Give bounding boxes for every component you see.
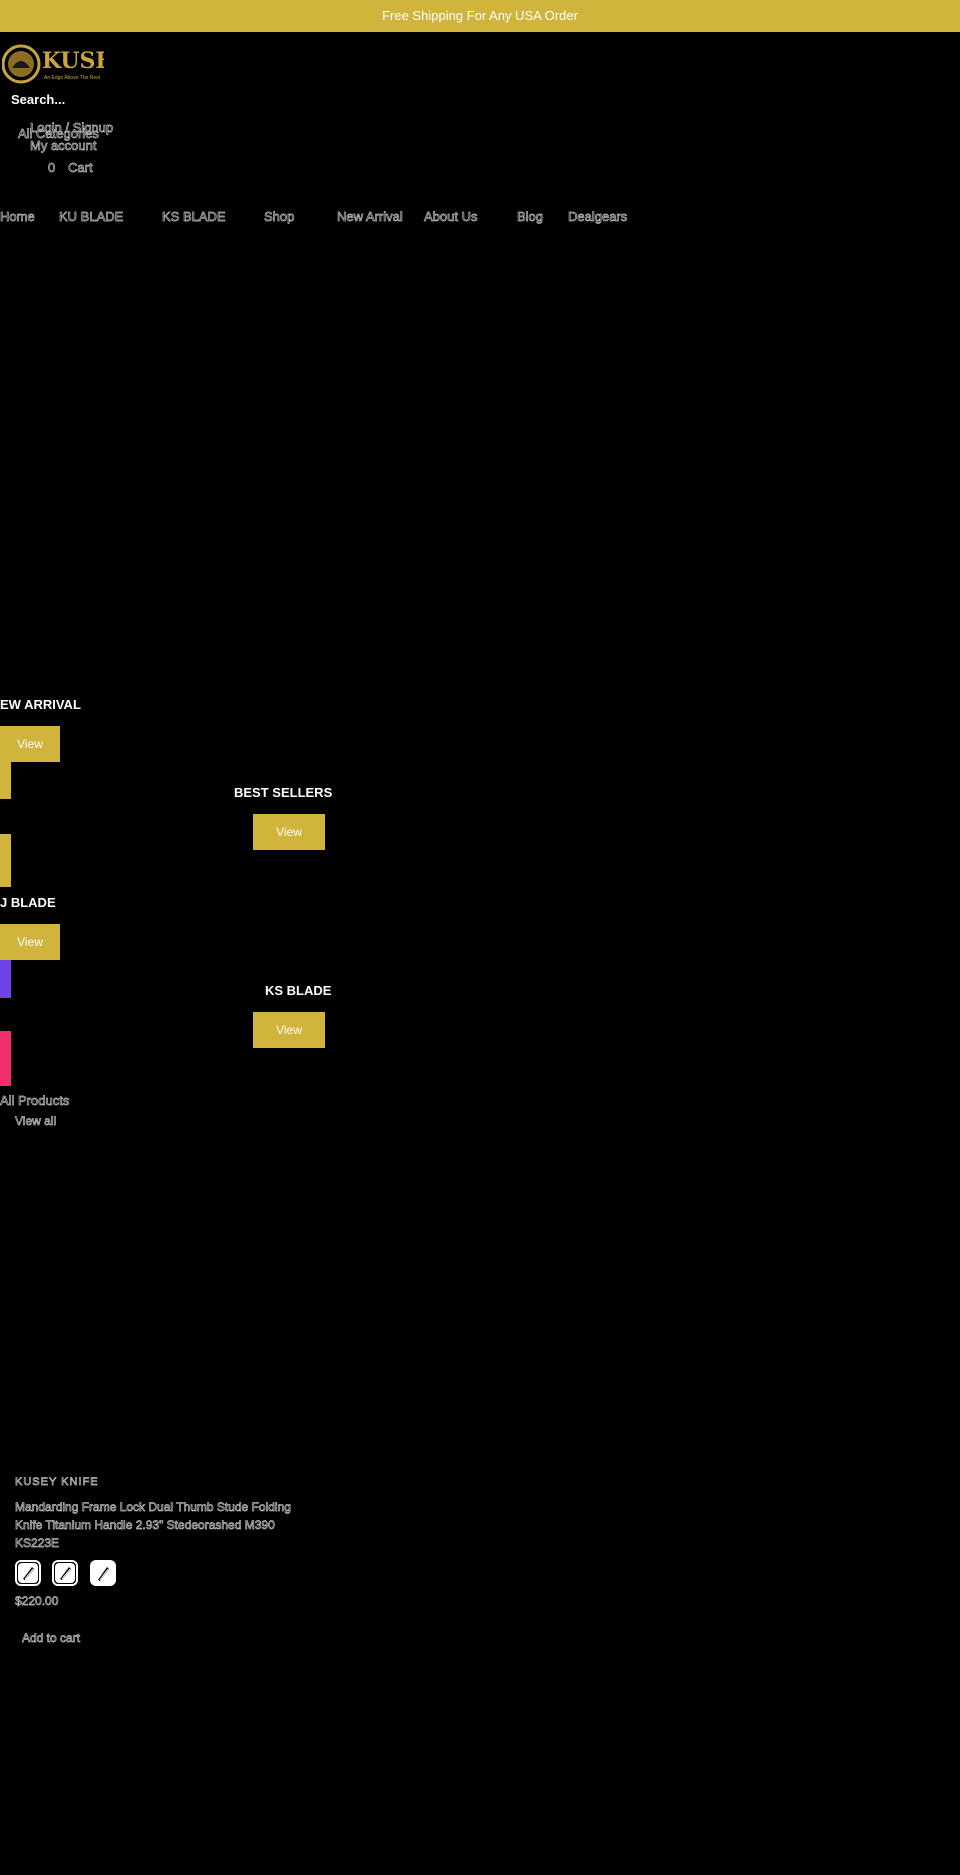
product-price: $220.00 [15, 1594, 59, 1609]
nav-home[interactable]: Home [0, 209, 35, 225]
view-all-link[interactable]: View all [15, 1114, 57, 1129]
cart-link[interactable]: Cart [68, 160, 93, 176]
svg-text:An Edge Above The Rest: An Edge Above The Rest [44, 75, 101, 81]
variant-swatch-1[interactable] [15, 1560, 41, 1586]
nav-new-arrival[interactable]: New Arrival [337, 209, 403, 225]
product-vendor: KUSEY KNIFE [15, 1476, 99, 1489]
product-title-line-1[interactable]: Mandarding Frame Lock Dual Thumb Stude F… [15, 1500, 292, 1515]
add-to-cart-button[interactable]: Add to cart [22, 1631, 81, 1646]
announcement-text: Free Shipping For Any USA Order [382, 8, 578, 23]
search-input[interactable]: Search... [11, 92, 65, 107]
view-new-arrival-button[interactable]: View [0, 726, 60, 762]
all-products-heading: All Products [0, 1093, 70, 1109]
nav-ku-blade[interactable]: KU BLADE [59, 209, 124, 225]
promo-title-new-arrival: EW ARRIVAL [0, 697, 81, 712]
nav-dealgears[interactable]: Dealgears [568, 209, 628, 225]
product-title-line-2[interactable]: Knife Titanium Handle 2.93" Stedeorashed… [15, 1518, 275, 1533]
cart-count-badge[interactable]: 0 [48, 160, 56, 176]
knife-icon [98, 1567, 109, 1581]
accent-bar-pink [0, 1031, 11, 1086]
view-ku-blade-button[interactable]: View [0, 924, 60, 960]
accent-bar-gold [0, 834, 11, 887]
knife-icon [18, 1563, 38, 1583]
promo-title-best-sellers: BEST SELLERS [234, 785, 333, 800]
accent-bar-gold [0, 762, 11, 799]
logo-mark-icon: KUSEY An Edge Above The Rest [1, 44, 128, 84]
product-title-line-3[interactable]: KS223E [15, 1536, 60, 1551]
announcement-bar: Free Shipping For Any USA Order [0, 0, 960, 32]
variant-swatch-3[interactable] [90, 1560, 116, 1586]
view-ks-blade-button[interactable]: View [253, 1012, 325, 1048]
nav-blog[interactable]: Blog [517, 209, 544, 225]
knife-icon [55, 1563, 75, 1583]
login-link[interactable]: Login / Signup [30, 120, 114, 136]
promo-title-ku-blade: J BLADE [0, 895, 56, 910]
svg-text:KUSEY: KUSEY [42, 48, 104, 74]
nav-shop[interactable]: Shop [264, 209, 295, 225]
nav-about-us[interactable]: About Us [424, 209, 478, 225]
accent-bar-purple [0, 960, 11, 998]
site-logo[interactable]: KUSEY An Edge Above The Rest [1, 44, 128, 84]
nav-ks-blade[interactable]: KS BLADE [162, 209, 226, 225]
view-best-sellers-button[interactable]: View [253, 814, 325, 850]
account-link[interactable]: My account [30, 138, 97, 154]
variant-swatch-2[interactable] [52, 1560, 78, 1586]
promo-title-ks-blade: KS BLADE [265, 983, 332, 998]
